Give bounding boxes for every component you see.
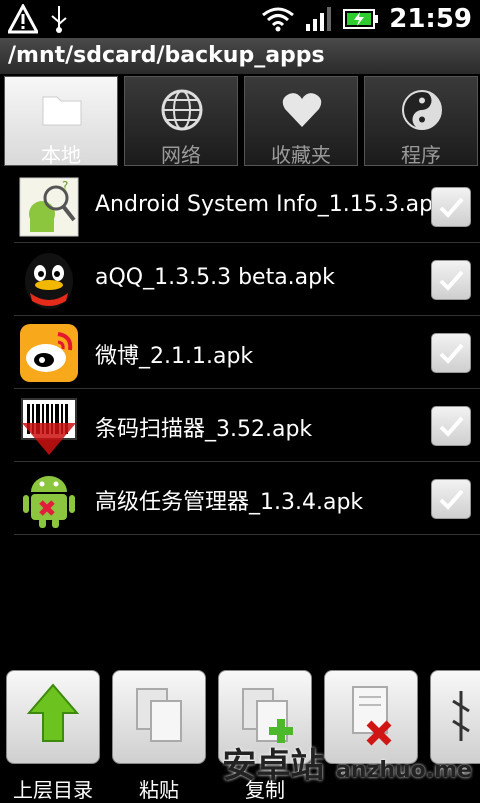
list-item[interactable]: 高级任务管理器_1.3.4.apk [14, 462, 480, 535]
wifi-icon [262, 7, 295, 32]
tab-local[interactable]: 本地 [4, 76, 118, 167]
yin-yang-icon [402, 90, 442, 130]
folder-icon [42, 96, 82, 126]
signal-icon [306, 7, 332, 31]
current-path: /mnt/sdcard/backup_apps [8, 43, 325, 68]
list-item[interactable]: ? Android System Info_1.15.3.apk [14, 170, 480, 243]
check-icon [439, 270, 464, 291]
check-icon [439, 343, 464, 364]
list-item[interactable]: aQQ_1.3.5.3 beta.apk [14, 243, 480, 316]
globe-icon [161, 89, 203, 131]
paste-button[interactable] [112, 670, 206, 764]
clock: 21:59 [389, 4, 472, 34]
tab-label: 收藏夹 [271, 143, 331, 167]
path-bar: /mnt/sdcard/backup_apps [0, 38, 480, 75]
select-checkbox[interactable] [431, 187, 471, 227]
tab-favorites[interactable]: 收藏夹 [244, 76, 358, 167]
up-directory-button[interactable] [6, 670, 100, 764]
battery-icon [343, 9, 379, 29]
usb-icon [51, 6, 67, 33]
file-name: aQQ_1.3.5.3 beta.apk [95, 265, 335, 290]
tab-network[interactable]: 网络 [124, 76, 238, 167]
check-icon [439, 489, 464, 510]
tab-label: 程序 [401, 143, 441, 167]
select-checkbox[interactable] [431, 333, 471, 373]
qq-penguin-icon [25, 253, 73, 309]
tab-label: 本地 [41, 143, 81, 167]
android-info-icon: ? [19, 177, 79, 237]
list-item[interactable]: 微博_2.1.1.apk [14, 316, 480, 389]
heart-icon [282, 93, 322, 127]
svg-text:?: ? [62, 179, 68, 193]
select-checkbox[interactable] [431, 406, 471, 446]
file-name: 条码扫描器_3.52.apk [95, 417, 313, 442]
status-bar: 21:59 [0, 0, 480, 38]
barcode-icon [21, 398, 77, 455]
select-checkbox[interactable] [431, 260, 471, 300]
toolbar-label: 上层目录 [13, 778, 93, 802]
check-icon [439, 416, 464, 437]
warning-icon [8, 4, 38, 34]
watermark-url: anzhuo.me [336, 758, 472, 783]
watermark-text: 安卓站 [222, 746, 325, 786]
tab-bar: 本地 网络 收藏夹 程序 [0, 74, 480, 170]
check-icon [439, 197, 464, 218]
toolbar-label: 粘贴 [139, 778, 179, 802]
select-checkbox[interactable] [431, 479, 471, 519]
tab-programs[interactable]: 程序 [364, 76, 478, 167]
file-name: Android System Info_1.15.3.apk [95, 192, 446, 217]
file-name: 微博_2.1.1.apk [95, 344, 254, 369]
watermark: 安卓站 anzhuo.me [222, 738, 472, 787]
android-task-icon [23, 476, 75, 528]
tab-label: 网络 [161, 143, 201, 167]
file-name: 高级任务管理器_1.3.4.apk [95, 490, 364, 515]
up-arrow-icon [26, 683, 80, 742]
list-item[interactable]: 条码扫描器_3.52.apk [14, 389, 480, 462]
weibo-icon [20, 324, 78, 382]
paste-icon [136, 688, 182, 742]
